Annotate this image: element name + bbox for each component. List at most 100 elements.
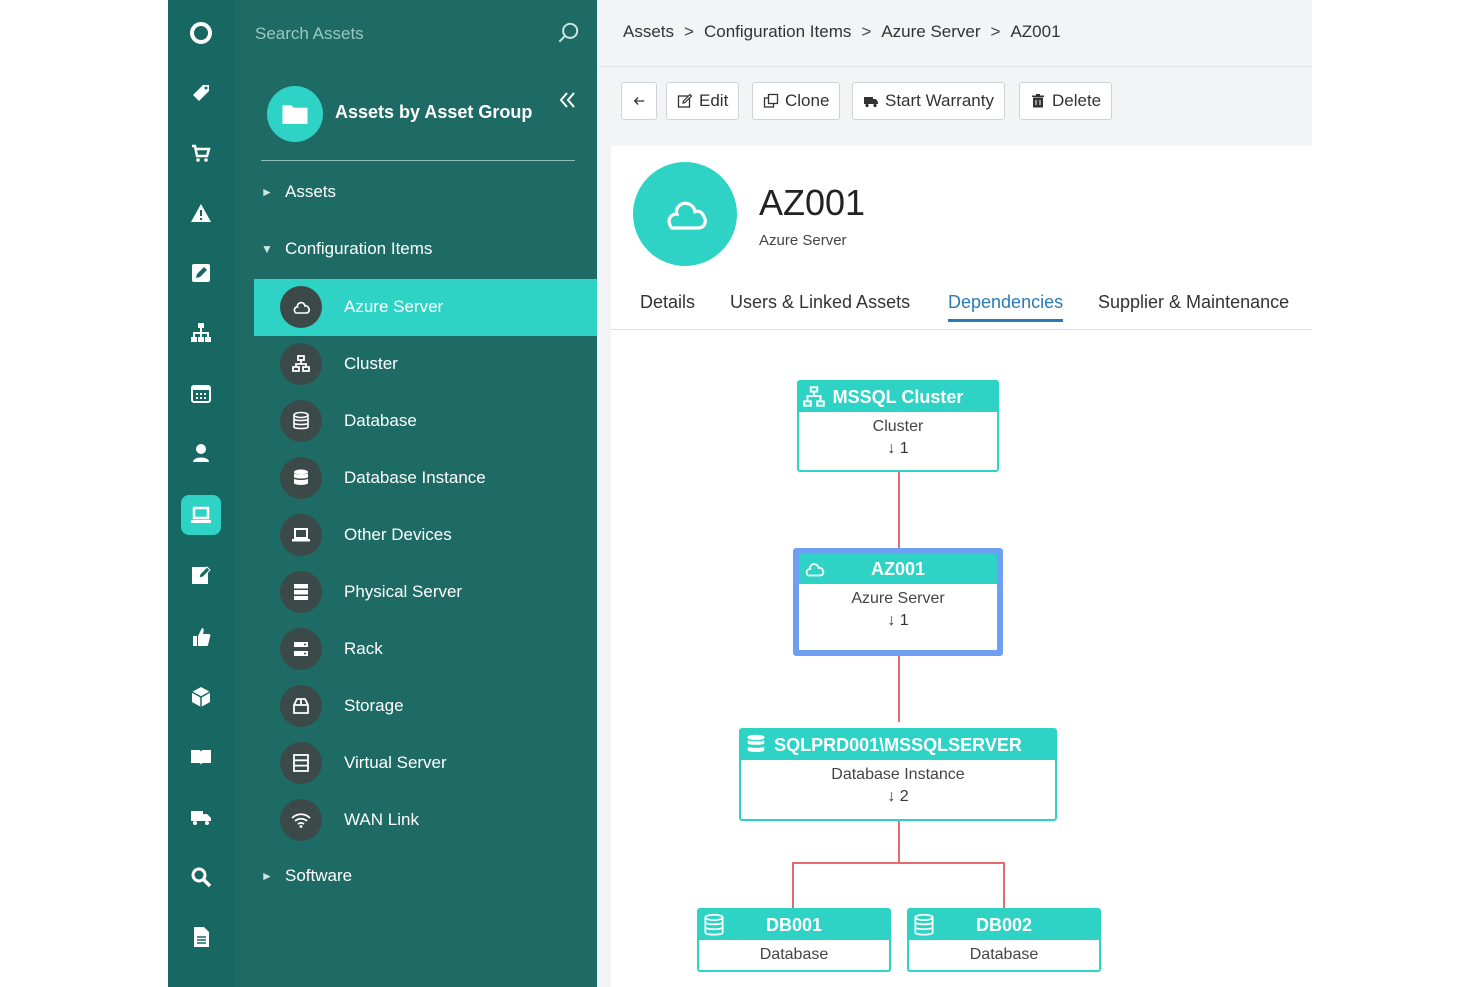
ci-item-azure-server[interactable]: Azure Server — [254, 279, 597, 336]
dependency-node[interactable]: MSSQL Cluster Cluster ↓ 1 — [797, 380, 999, 472]
ci-item-label: WAN Link — [344, 810, 419, 829]
calendar-icon[interactable] — [181, 373, 221, 413]
user-icon[interactable] — [181, 433, 221, 473]
thumbs-up-icon[interactable] — [181, 617, 221, 657]
node-count: 1 — [899, 612, 909, 629]
search-icon[interactable] — [555, 20, 581, 46]
dependency-node[interactable]: SQLPRD001\MSSQLSERVER Database Instance … — [739, 728, 1057, 821]
ci-item-other-devices[interactable]: Other Devices — [254, 507, 597, 564]
arrow-down-icon: ↓ — [887, 788, 896, 805]
tab-dependencies[interactable]: Dependencies — [948, 292, 1064, 322]
laptop-icon[interactable] — [181, 495, 221, 535]
caret-down-icon: ▼ — [261, 242, 273, 256]
ci-item-label: Storage — [344, 696, 404, 715]
rack-icon — [280, 628, 322, 670]
truck-icon — [864, 97, 878, 108]
cloud-icon — [633, 162, 737, 266]
breadcrumb: Assets > Configuration Items > Azure Ser… — [623, 22, 1061, 42]
notes-icon[interactable] — [181, 555, 221, 595]
toolbar: Edit Clone Start Warranty Delete — [597, 66, 1312, 132]
ci-item-label: Cluster — [344, 354, 398, 373]
breadcrumb-item[interactable]: Azure Server — [881, 22, 980, 42]
connector-line — [898, 656, 900, 722]
tab-users-linked-assets[interactable]: Users & Linked Assets — [730, 292, 910, 319]
cluster-icon — [803, 386, 825, 407]
database-icon — [280, 400, 322, 442]
ci-item-wan-link[interactable]: WAN Link — [254, 792, 597, 849]
app-window: Assets by Asset Group ► Assets ▼ Configu… — [168, 0, 1312, 987]
edit-button[interactable]: Edit — [666, 82, 740, 120]
group-header: Assets by Asset Group — [267, 86, 577, 142]
dependency-graph: MSSQL Cluster Cluster ↓ 1 AZ001 Azure Se… — [611, 330, 1312, 987]
ci-item-cluster[interactable]: Cluster — [254, 336, 597, 393]
node-count: 1 — [899, 440, 909, 457]
clone-label: Clone — [785, 91, 830, 110]
warning-icon[interactable] — [181, 193, 221, 233]
back-button[interactable] — [621, 82, 657, 120]
truck-icon[interactable] — [181, 797, 221, 837]
tree-item-label: Assets — [285, 182, 337, 201]
node-title: DB001 — [765, 914, 823, 935]
search-icon[interactable] — [181, 857, 221, 897]
ci-item-label: Rack — [344, 639, 383, 658]
dependency-node-current[interactable]: AZ001 Azure Server ↓ 1 — [793, 548, 1003, 656]
breadcrumb-item[interactable]: Assets — [623, 22, 674, 42]
hierarchy-icon[interactable] — [181, 313, 221, 353]
breadcrumb-separator: > — [861, 22, 872, 41]
ci-item-database[interactable]: Database — [254, 393, 597, 450]
dependency-node[interactable]: DB001 Database — [697, 908, 891, 972]
tree-item-software[interactable]: ► Software — [261, 861, 352, 891]
cart-icon[interactable] — [181, 133, 221, 173]
breadcrumb-separator: > — [990, 22, 1001, 41]
clone-button[interactable]: Clone — [752, 82, 841, 120]
collapse-panel-icon[interactable] — [555, 88, 579, 112]
ci-item-label: Database — [344, 411, 417, 430]
ci-item-label: Other Devices — [344, 525, 452, 544]
delete-label: Delete — [1052, 91, 1102, 110]
tree-item-configuration-items[interactable]: ▼ Configuration Items — [261, 234, 432, 264]
dependency-node[interactable]: DB002 Database — [907, 908, 1101, 972]
breadcrumb-item[interactable]: Configuration Items — [704, 22, 851, 42]
ci-item-label: Azure Server — [344, 297, 444, 316]
ci-item-virtual-server[interactable]: Virtual Server — [254, 735, 597, 792]
connector-line — [898, 472, 900, 548]
box-icon[interactable] — [181, 677, 221, 717]
edit-icon — [677, 93, 693, 108]
asset-subtitle: Azure Server — [759, 232, 847, 249]
connector-line — [898, 821, 900, 863]
node-title: DB002 — [975, 914, 1033, 935]
start-warranty-button[interactable]: Start Warranty — [852, 82, 1005, 120]
storage-icon — [280, 685, 322, 727]
server-icon — [280, 571, 322, 613]
connector-line — [792, 862, 794, 908]
clone-icon — [763, 93, 779, 108]
tab-details[interactable]: Details — [640, 292, 695, 319]
edit-icon[interactable] — [181, 253, 221, 293]
arrow-left-icon — [633, 97, 645, 105]
tab-supplier-maintenance[interactable]: Supplier & Maintenance — [1098, 292, 1289, 319]
cloud-icon — [280, 286, 322, 328]
document-icon[interactable] — [181, 917, 221, 957]
connector-line — [792, 862, 1005, 864]
ci-item-label: Physical Server — [344, 582, 463, 601]
cloud-icon — [805, 563, 825, 577]
ci-item-storage[interactable]: Storage — [254, 678, 597, 735]
database-instance-icon — [746, 734, 766, 753]
arrow-down-icon: ↓ — [887, 612, 896, 629]
tag-icon[interactable] — [181, 73, 221, 113]
ci-item-database-instance[interactable]: Database Instance — [254, 450, 597, 507]
search-input[interactable] — [255, 18, 545, 50]
laptop-icon — [280, 514, 322, 556]
book-icon[interactable] — [181, 737, 221, 777]
asset-card: AZ001 Azure Server Details Users & Linke… — [611, 146, 1312, 987]
logo-icon[interactable] — [181, 13, 221, 53]
node-type: Azure Server — [851, 590, 945, 607]
ci-item-rack[interactable]: Rack — [254, 621, 597, 678]
database-icon — [704, 913, 724, 936]
ci-item-physical-server[interactable]: Physical Server — [254, 564, 597, 621]
tree-item-assets[interactable]: ► Assets — [261, 177, 336, 207]
arrow-down-icon: ↓ — [887, 440, 896, 457]
connector-line — [1003, 862, 1005, 908]
delete-button[interactable]: Delete — [1019, 82, 1113, 120]
group-title: Assets by Asset Group — [335, 102, 533, 122]
